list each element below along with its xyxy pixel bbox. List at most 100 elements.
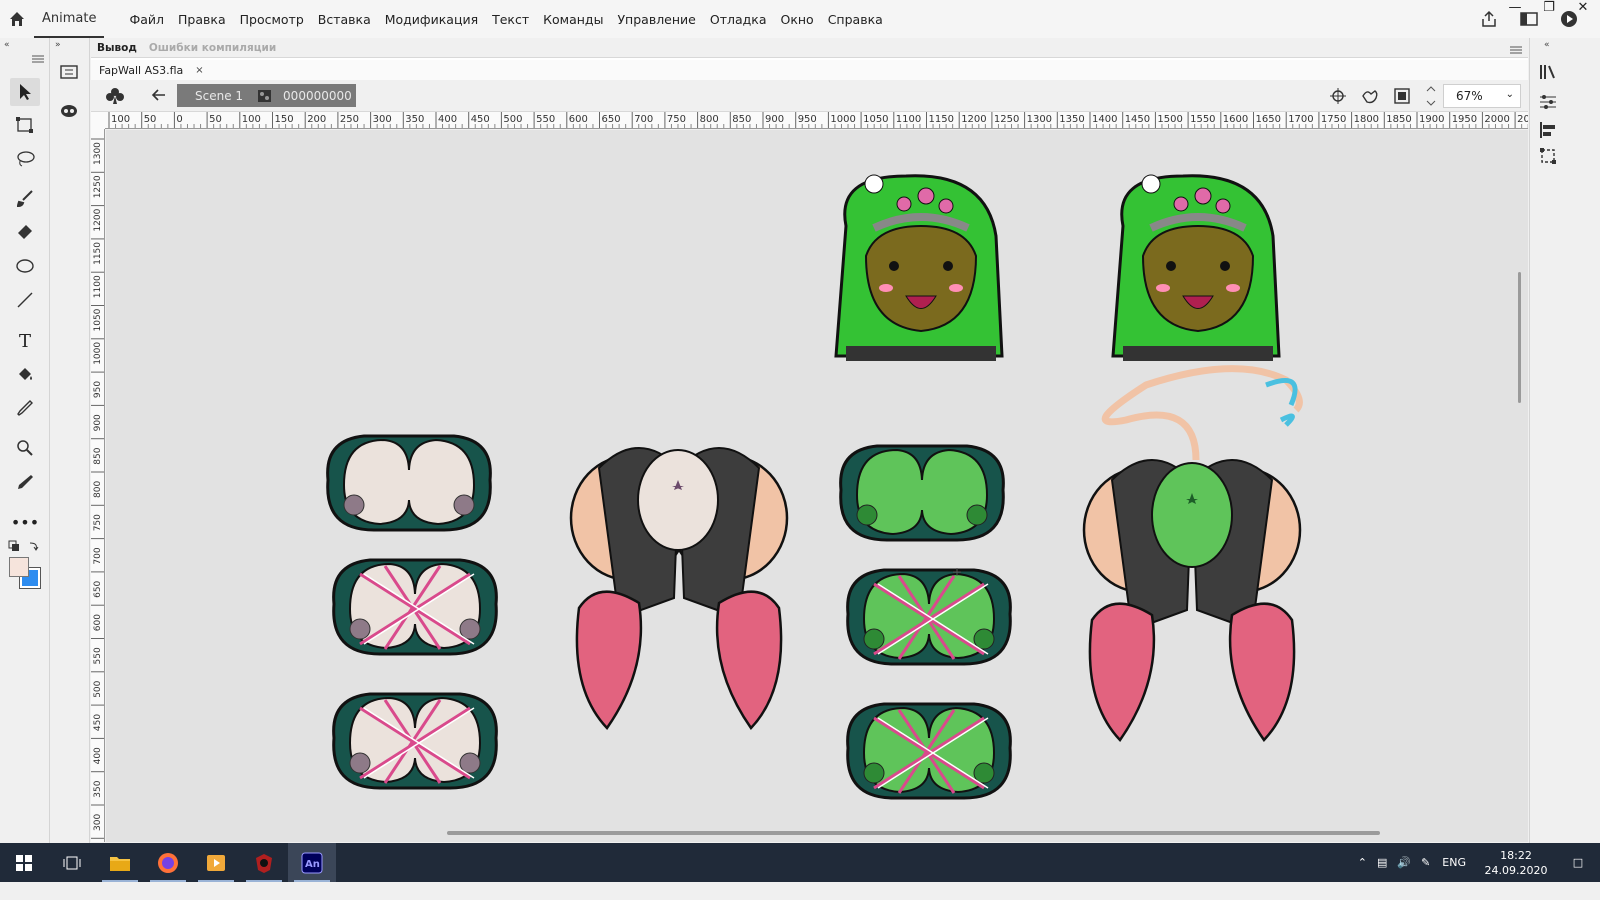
tab-compiler-errors[interactable]: Ошибки компиляции: [143, 42, 282, 54]
taskbar-explorer[interactable]: [96, 843, 144, 882]
brush-tool[interactable]: [10, 184, 40, 212]
symbol-edit-button[interactable]: [105, 86, 125, 109]
artwork-head-2[interactable]: [1113, 175, 1279, 361]
ruler-label: 1800: [1354, 114, 1379, 125]
align-button[interactable]: [1538, 120, 1558, 143]
menu-item-0[interactable]: Файл: [122, 12, 171, 27]
properties-button[interactable]: [1538, 92, 1558, 115]
motion-presets-button[interactable]: [59, 100, 79, 123]
clock[interactable]: 18:22 24.09.2020: [1476, 848, 1556, 878]
free-transform-tool[interactable]: [10, 111, 40, 139]
selection-tool[interactable]: [10, 78, 40, 106]
collapse-right-icon[interactable]: «: [1544, 40, 1550, 50]
taskbar-app-red[interactable]: [240, 843, 288, 882]
artwork-chest-4[interactable]: [839, 444, 1005, 542]
library-button[interactable]: [1538, 62, 1558, 85]
line-tool[interactable]: [10, 286, 40, 314]
artwork-back-1[interactable]: [569, 446, 789, 730]
horizontal-scrollbar[interactable]: [447, 831, 1380, 835]
menu-item-6[interactable]: Команды: [536, 12, 610, 27]
transform-button[interactable]: [1538, 146, 1558, 169]
menu-item-9[interactable]: Окно: [773, 12, 820, 27]
stage-canvas[interactable]: [106, 130, 1528, 842]
eyedropper-tool[interactable]: [10, 394, 40, 422]
ruler-label: 500: [93, 680, 103, 697]
camera-button[interactable]: [1359, 86, 1381, 109]
pen-icon[interactable]: ✎: [1421, 856, 1430, 869]
artwork-chest-5[interactable]: [846, 568, 1012, 666]
ruler-label: 850: [93, 447, 103, 464]
brush-icon: [16, 190, 33, 207]
home-button[interactable]: [0, 0, 34, 38]
volume-icon[interactable]: 🔊: [1397, 856, 1411, 869]
menu-item-7[interactable]: Управление: [610, 12, 702, 27]
close-button[interactable]: ✕: [1566, 0, 1600, 18]
tools-panel: « T •••: [0, 38, 50, 860]
start-button[interactable]: [0, 843, 48, 882]
oval-tool[interactable]: [10, 252, 40, 280]
notifications-icon[interactable]: □: [1556, 856, 1600, 869]
artwork-back-2[interactable]: [1082, 365, 1303, 742]
panel-menu-icon[interactable]: [1510, 43, 1522, 57]
ruler-label: 1350: [1059, 114, 1084, 125]
align-icon: [1540, 122, 1555, 138]
taskbar-media-player[interactable]: [192, 843, 240, 882]
input-language[interactable]: ENG: [1442, 856, 1466, 869]
library-panel-button[interactable]: [59, 62, 79, 85]
panel-menu-icon[interactable]: [32, 52, 44, 66]
taskbar-firefox[interactable]: [144, 843, 192, 882]
ruler-label: 950: [798, 114, 817, 125]
menu-item-2[interactable]: Просмотр: [233, 12, 311, 27]
close-tab-icon[interactable]: ×: [195, 65, 203, 76]
breadcrumb-scene[interactable]: Scene 1: [195, 89, 243, 103]
network-icon[interactable]: ▤: [1377, 856, 1387, 869]
ruler-label: 1100: [93, 275, 103, 298]
eraser-tool[interactable]: [10, 218, 40, 246]
zoom-stepper[interactable]: [1425, 83, 1437, 112]
swap-colors-icon[interactable]: [8, 540, 40, 555]
ruler-label: 850: [732, 114, 751, 125]
minimize-button[interactable]: —: [1498, 0, 1532, 18]
back-button[interactable]: [151, 87, 167, 106]
artwork-head-1[interactable]: [836, 175, 1002, 361]
collapse-panel-icon[interactable]: «: [4, 40, 10, 50]
restore-button[interactable]: ❐: [1532, 0, 1566, 18]
taskbar-animate[interactable]: An: [288, 843, 336, 882]
artwork-chest-2[interactable]: [332, 558, 498, 656]
ruler-label: 450: [93, 714, 103, 731]
stroke-color-swatch[interactable]: [9, 557, 29, 577]
motion-presets-icon: [61, 105, 77, 117]
windows-logo-icon: [16, 854, 32, 871]
zoom-select[interactable]: 67% ⌄: [1443, 84, 1521, 108]
artwork-chest-3[interactable]: [332, 692, 498, 790]
breadcrumb-symbol[interactable]: 000000000: [283, 89, 352, 103]
ruler-label: 350: [405, 114, 424, 125]
ruler-label: 50: [209, 114, 222, 125]
text-tool[interactable]: T: [10, 327, 40, 355]
task-view-button[interactable]: [48, 843, 96, 882]
ruler-label: 1000: [93, 342, 103, 365]
zoom-tool[interactable]: [10, 434, 40, 462]
tray-expand-icon[interactable]: ⌃: [1358, 856, 1367, 869]
more-tools-button[interactable]: •••: [10, 508, 40, 536]
artwork-chest-1[interactable]: [326, 434, 492, 532]
clip-content-button[interactable]: [1393, 87, 1411, 108]
menu-item-4[interactable]: Модификация: [378, 12, 485, 27]
ruler-label: 1400: [1092, 114, 1117, 125]
artwork-chest-6[interactable]: [846, 702, 1012, 800]
tab-output[interactable]: Вывод: [91, 42, 143, 54]
snap-button[interactable]: [1329, 87, 1347, 108]
ruler-label: 650: [602, 114, 621, 125]
vertical-scrollbar[interactable]: [1518, 272, 1521, 403]
menu-item-5[interactable]: Текст: [485, 12, 536, 27]
menu-item-1[interactable]: Правка: [171, 12, 233, 27]
menu-item-8[interactable]: Отладка: [703, 12, 774, 27]
color-swatches[interactable]: [8, 556, 42, 590]
document-tab[interactable]: FapWall AS3.fla ×: [91, 60, 212, 80]
expand-panel-icon[interactable]: »: [55, 40, 61, 50]
menu-item-3[interactable]: Вставка: [311, 12, 378, 27]
menu-item-10[interactable]: Справка: [821, 12, 890, 27]
lasso-tool[interactable]: [10, 145, 40, 173]
paint-bucket-tool[interactable]: [10, 361, 40, 389]
pencil-tool[interactable]: [10, 468, 40, 496]
